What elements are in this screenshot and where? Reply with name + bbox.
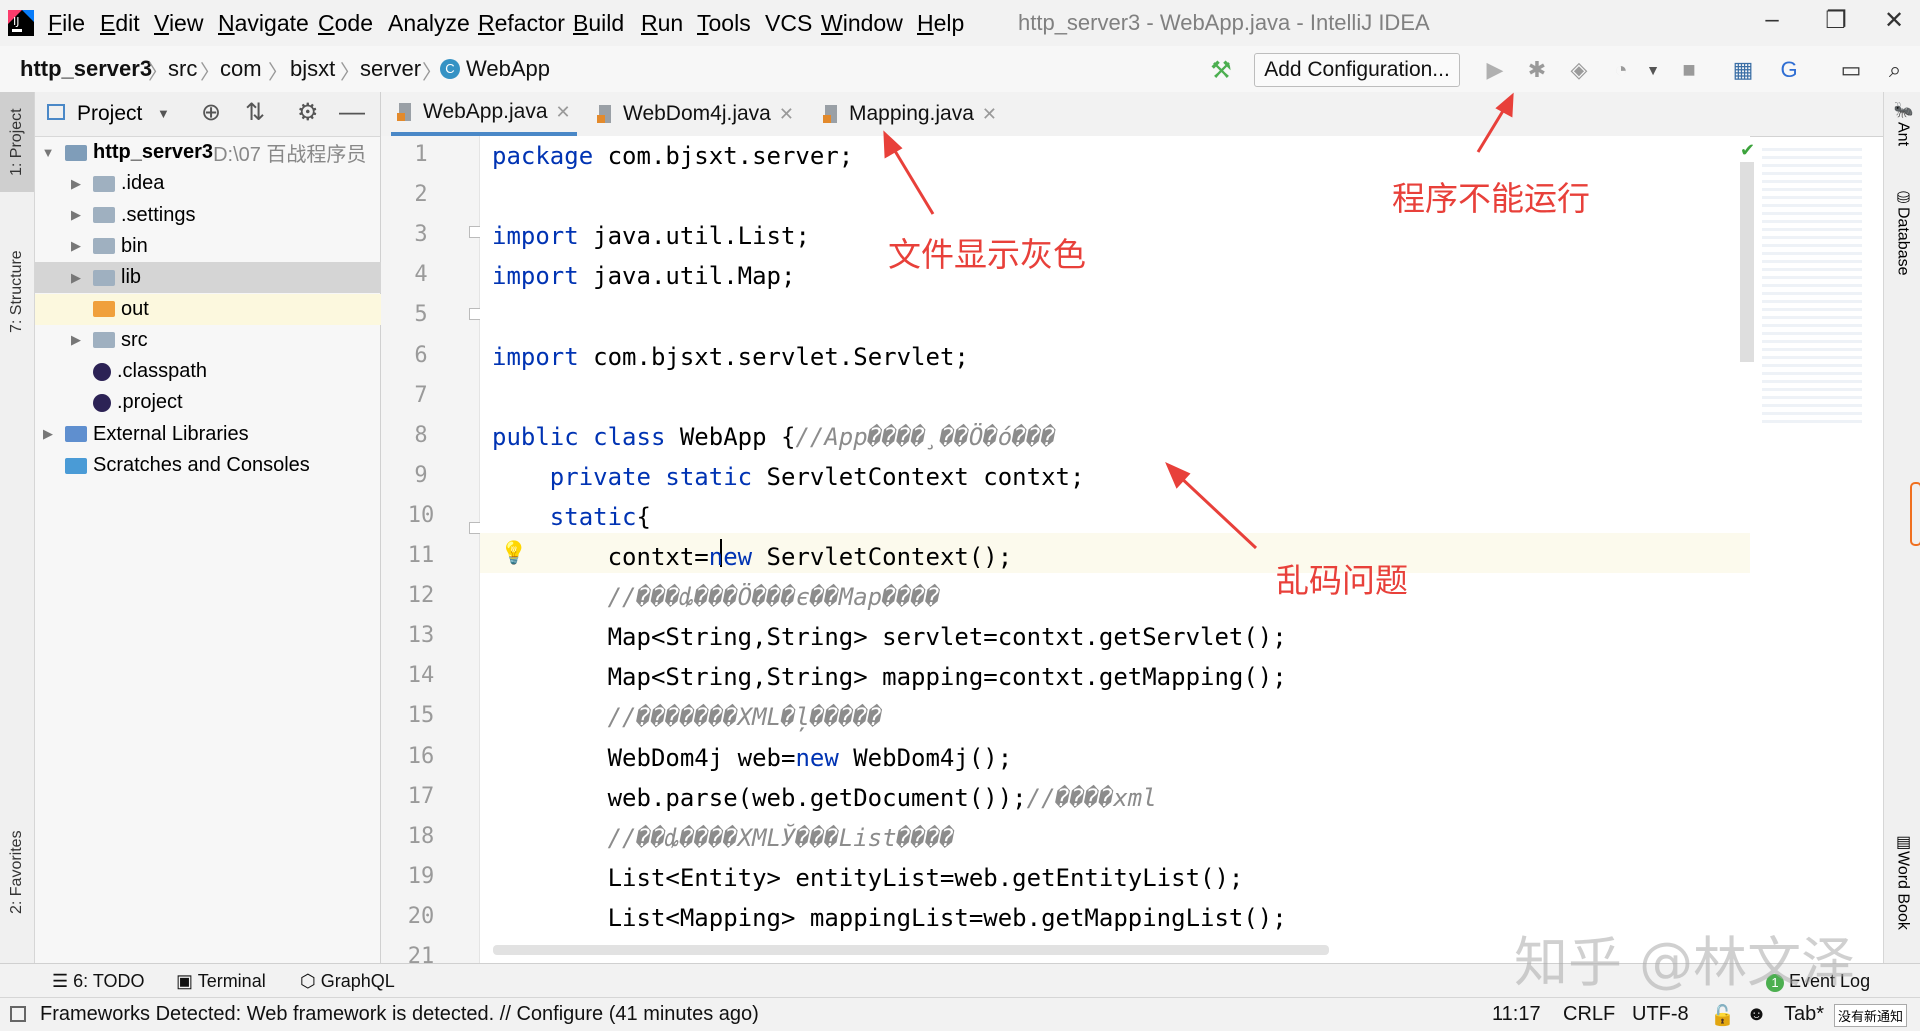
annotation-cannot-run: 程序不能运行 — [1392, 179, 1590, 218]
annotation-arrows — [883, 92, 1514, 550]
annotation-gray-file: 文件显示灰色 — [888, 235, 1086, 274]
annotation-garbled: 乱码问题 — [1276, 561, 1408, 600]
watermark: 知乎 @林文泽 — [1514, 931, 1856, 994]
